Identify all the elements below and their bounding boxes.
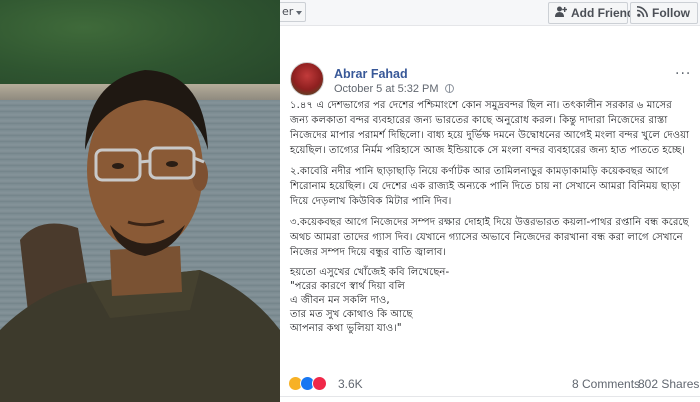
chevron-down-icon (296, 11, 302, 15)
post-paragraph-2: ২.কাবেরি নদীর পানি ছাড়াছাড়ি নিয়ে কর্ণ… (290, 166, 681, 207)
divider (280, 396, 700, 397)
poem-line-3: তার মত সুখ কোথাও কি আছে (290, 309, 413, 320)
love-reaction-icon[interactable] (312, 376, 327, 391)
avatar[interactable] (290, 62, 324, 96)
add-friend-icon (555, 3, 568, 23)
globe-icon (444, 84, 454, 93)
following-select-label: er (282, 5, 294, 18)
shares-count[interactable]: 802 Shares (638, 377, 699, 391)
following-select[interactable]: er (280, 2, 306, 22)
post-timestamp[interactable]: October 5 at 5:32 PM (334, 83, 454, 95)
reaction-count[interactable]: 3.6K (338, 377, 363, 391)
poem-block: হয়তো এসুখের খোঁজেই কবি লিখেছেন- "পরের ক… (290, 266, 693, 336)
follow-button[interactable]: Follow (630, 2, 698, 24)
profile-action-bar: er Add Friend Follow (280, 0, 700, 26)
poem-line-1: "পরের কারণে স্বার্থ দিয়া বলি (290, 281, 405, 292)
rss-follow-icon (636, 3, 648, 23)
profile-photo (0, 0, 280, 402)
add-friend-button[interactable]: Add Friend (548, 2, 634, 24)
post-panel: er Add Friend Follow Abrar Fahad October… (280, 0, 700, 402)
follow-label: Follow (652, 6, 690, 20)
add-friend-label: Add Friend (571, 6, 635, 20)
post-body: ১.৪৭ এ দেশভাগের পর দেশের পশ্চিমাংশে কোন … (290, 98, 693, 336)
post-timestamp-text: October 5 at 5:32 PM (334, 83, 439, 95)
poem-line-4: আপনার কথা ভুলিয়া যাও।" (290, 323, 402, 334)
post-paragraph-1: ১.৪৭ এ দেশভাগের পর দেশের পশ্চিমাংশে কোন … (290, 100, 690, 156)
reactions-bar: 3.6K 8 Comments 802 Shares (280, 376, 700, 396)
more-options-icon[interactable]: ··· (675, 66, 691, 82)
post-author[interactable]: Abrar Fahad (334, 67, 408, 81)
person-figure (0, 70, 280, 402)
comments-count[interactable]: 8 Comments (572, 377, 640, 391)
poem-intro: হয়তো এসুখের খোঁজেই কবি লিখেছেন- (290, 267, 450, 278)
post-paragraph-3: ৩.কয়েকবছর আগে নিজেদের সম্পদ রক্ষার দোহা… (290, 217, 689, 258)
poem-line-2: এ জীবন মন সকলি দাও, (290, 295, 390, 306)
